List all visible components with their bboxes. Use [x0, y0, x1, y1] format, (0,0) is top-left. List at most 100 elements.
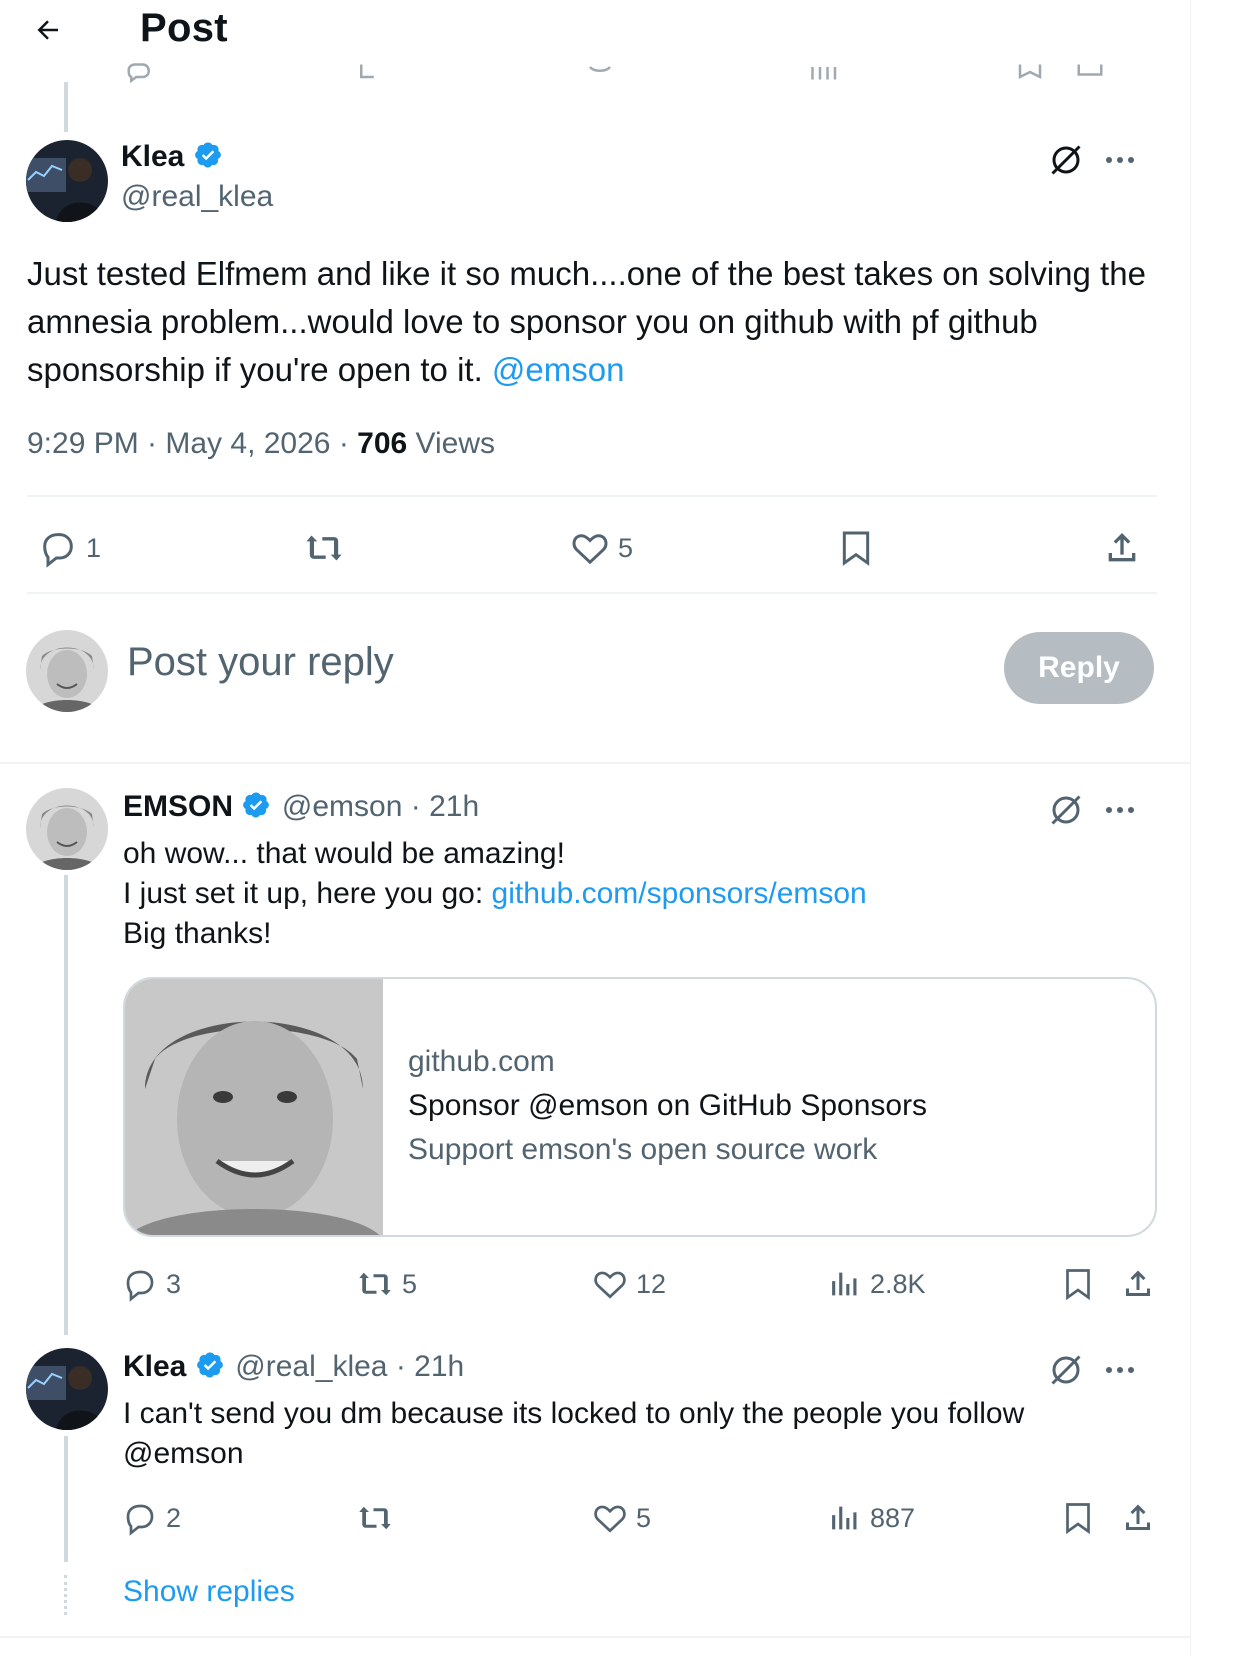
reply-text-line: Big thanks!: [123, 917, 272, 950]
more-horizontal-icon: [1106, 807, 1134, 813]
reply-icon: [126, 1270, 154, 1302]
avatar[interactable]: [26, 1348, 108, 1430]
verified-badge-icon: [194, 142, 221, 168]
author-name[interactable]: Klea: [121, 140, 184, 173]
more-button[interactable]: [1100, 140, 1140, 180]
avatar[interactable]: [26, 788, 108, 870]
card-image: [125, 979, 383, 1235]
avatar[interactable]: [26, 630, 108, 712]
reply-text-line: I can't send you dm because its locked t…: [123, 1397, 1025, 1430]
author-handle[interactable]: @real_klea · 21h: [235, 1350, 464, 1383]
thread-dots: [64, 1575, 68, 1615]
repost-action[interactable]: 5: [356, 1266, 417, 1302]
reply-button[interactable]: Reply: [1004, 632, 1154, 704]
reply-count: 3: [166, 1268, 182, 1299]
thread-line: [64, 1436, 68, 1562]
more-horizontal-icon: [1106, 1367, 1134, 1373]
reply-action[interactable]: 2: [122, 1500, 181, 1536]
like-count: 5: [636, 1502, 652, 1533]
avatar[interactable]: [26, 140, 108, 222]
heart-icon: [594, 1271, 626, 1299]
column-border: [1190, 0, 1191, 1656]
divider: [0, 762, 1190, 764]
sponsor-link[interactable]: github.com/sponsors/emson: [492, 877, 867, 910]
repost-action[interactable]: [302, 528, 346, 568]
repost-action[interactable]: [356, 1500, 394, 1536]
repost-count: 5: [402, 1268, 418, 1299]
show-replies-link[interactable]: Show replies: [123, 1575, 295, 1609]
views-chart-icon: [832, 1506, 857, 1530]
reply-text-line: I just set it up, here you go: github.co…: [123, 874, 867, 914]
author-handle[interactable]: @real_klea: [121, 180, 273, 214]
bookmark-action[interactable]: [1060, 1266, 1096, 1302]
mention-link[interactable]: @emson: [492, 351, 625, 388]
author-line: Klea: [121, 140, 223, 174]
share-icon: [1126, 1270, 1150, 1296]
link-card[interactable]: github.com Sponsor @emson on GitHub Spon…: [123, 977, 1157, 1237]
verified-badge-icon: [196, 1352, 223, 1378]
like-count: 12: [636, 1268, 667, 1299]
views-label: Views: [407, 427, 496, 460]
thread-line: [64, 875, 68, 1335]
views-chart-icon: [832, 1272, 857, 1296]
repost-icon: [359, 1272, 391, 1296]
more-button[interactable]: [1100, 1350, 1140, 1390]
reply-action[interactable]: 1: [38, 528, 101, 568]
more-horizontal-icon: [1106, 157, 1134, 163]
repost-icon: [359, 1506, 391, 1530]
share-action[interactable]: [1120, 1266, 1156, 1302]
reply-text: I just set it up, here you go:: [123, 877, 492, 910]
share-action[interactable]: [1102, 528, 1142, 568]
like-action[interactable]: 5: [592, 1500, 651, 1536]
page-title: Post: [140, 6, 228, 50]
reply-count: 2: [166, 1502, 182, 1533]
grok-button[interactable]: [1046, 140, 1086, 180]
tweet-meta: 9:29 PM · May 4, 2026 · 706 Views: [27, 427, 495, 461]
parent-action-row: [0, 62, 1190, 92]
share-icon: [1126, 1504, 1150, 1530]
reply-icon: [43, 533, 73, 568]
header: Post: [0, 0, 1190, 62]
like-action[interactable]: 12: [592, 1266, 666, 1302]
views-count: 2.8K: [870, 1268, 926, 1299]
author-name[interactable]: Klea: [123, 1350, 186, 1383]
like-count: 5: [618, 532, 634, 563]
post-page: Post Klea @real_klea Just tested Elfmem …: [0, 0, 1236, 1656]
back-button[interactable]: [26, 10, 70, 50]
repost-icon: [306, 535, 342, 561]
author-handle[interactable]: @emson · 21h: [282, 790, 479, 823]
author-line: EMSON @emson · 21h: [123, 790, 479, 824]
bookmark-action[interactable]: [1060, 1500, 1096, 1536]
author-name[interactable]: EMSON: [123, 790, 233, 823]
bookmark-action[interactable]: [836, 528, 876, 568]
grok-button[interactable]: [1046, 1350, 1086, 1390]
divider: [0, 1636, 1190, 1638]
bookmark-icon: [1066, 1503, 1090, 1535]
card-description: Support emson's open source work: [408, 1133, 878, 1166]
reply-input[interactable]: Post your reply: [127, 640, 394, 685]
divider: [27, 592, 1157, 594]
views-action[interactable]: 2.8K: [828, 1266, 926, 1302]
views-action[interactable]: 887: [828, 1500, 915, 1536]
views-count: 887: [870, 1502, 916, 1533]
share-icon: [1108, 533, 1136, 562]
bookmark-icon: [842, 531, 870, 566]
card-title: Sponsor @emson on GitHub Sponsors: [408, 1089, 928, 1122]
mention-link[interactable]: @emson: [123, 1434, 244, 1474]
more-button[interactable]: [1100, 790, 1140, 830]
grok-icon: [1051, 145, 1081, 175]
timestamp[interactable]: 9:29 PM · May 4, 2026 ·: [27, 427, 357, 460]
author-line: Klea @real_klea · 21h: [123, 1350, 464, 1384]
tweet-text: Just tested Elfmem and like it so much..…: [27, 250, 1167, 394]
views-count: 706: [357, 427, 408, 460]
reply-count: 1: [86, 532, 102, 563]
heart-icon: [572, 534, 608, 565]
divider: [27, 495, 1157, 497]
reply-action[interactable]: 3: [122, 1266, 181, 1302]
grok-button[interactable]: [1046, 790, 1086, 830]
verified-badge-icon: [243, 792, 270, 818]
reply-icon: [126, 1504, 154, 1536]
share-action[interactable]: [1120, 1500, 1156, 1536]
like-action[interactable]: 5: [570, 528, 633, 568]
bookmark-icon: [1066, 1269, 1090, 1301]
